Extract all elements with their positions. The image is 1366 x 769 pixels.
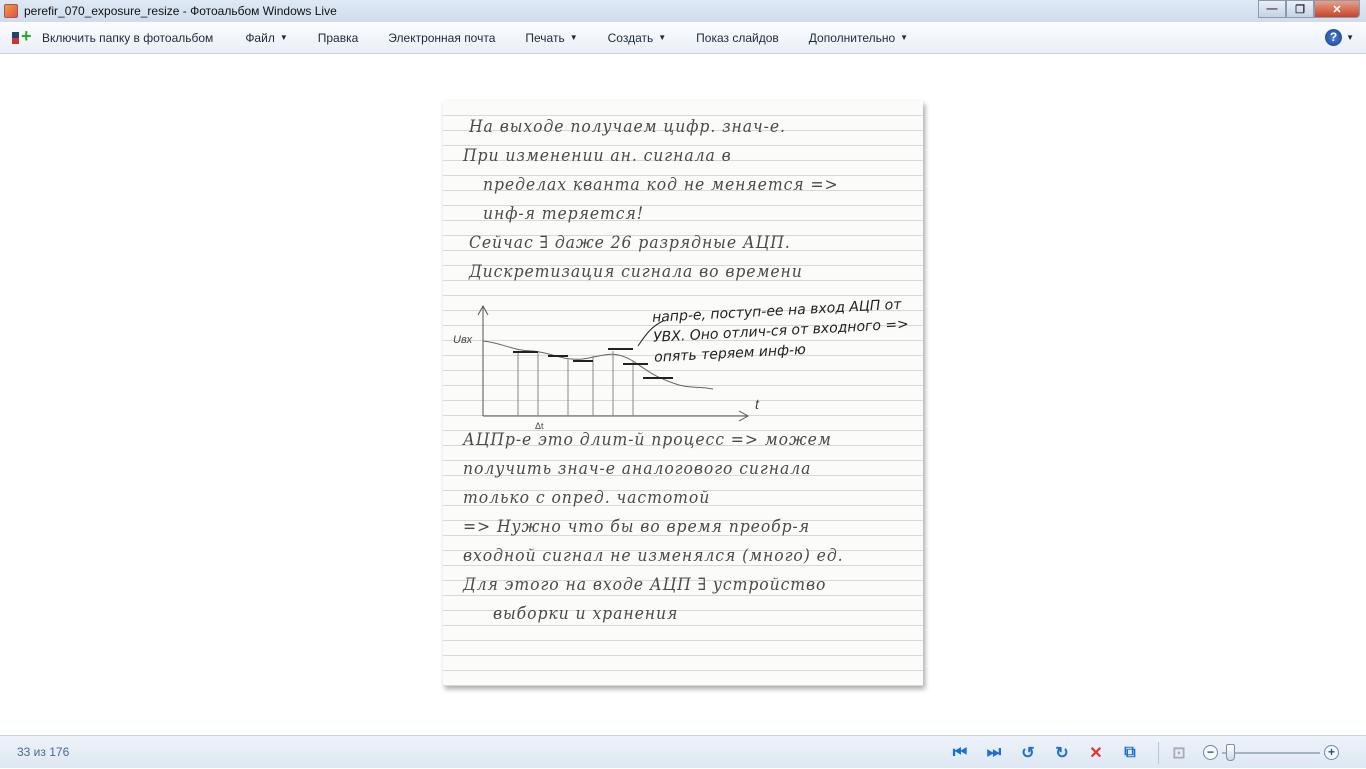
email-label: Электронная почта <box>388 30 496 45</box>
zoom-thumb[interactable] <box>1226 743 1236 761</box>
actual-size-icon[interactable]: ⊡ <box>1169 743 1189 763</box>
divider <box>1158 741 1159 764</box>
previous-icon[interactable]: ⏮ <box>950 743 970 763</box>
slideshow-icon[interactable]: ⧉ <box>1120 743 1140 763</box>
status-bar: 33 из 176 ⏮ ⏭ ↺ ↻ ✕ ⧉ ⊡ − + <box>0 735 1366 768</box>
zoom-slider[interactable]: − + <box>1203 743 1339 761</box>
next-icon[interactable]: ⏭ <box>984 743 1004 763</box>
create-label: Создать <box>607 30 654 45</box>
hw-line: только с опред. частотой <box>463 488 711 508</box>
hw-line: Сейчас ∃ даже 26 разрядные АЦП. <box>469 233 791 253</box>
chevron-down-icon: ▼ <box>658 33 667 42</box>
notebook-photo: На выходе получаем цифр. знач-е. При изм… <box>443 101 923 686</box>
zoom-in-icon[interactable]: + <box>1324 745 1339 760</box>
hw-line: Дискретизация сигнала во времени <box>469 262 803 282</box>
hw-line: инф-я теряется! <box>483 204 644 224</box>
hw-line: пределах кванта код не меняется => <box>483 175 839 195</box>
chevron-down-icon: ▼ <box>279 33 288 42</box>
help-icon[interactable]: ? <box>1325 29 1342 46</box>
hw-line: получить знач-е аналогового сигнала <box>463 459 812 479</box>
chevron-down-icon: ▼ <box>569 33 578 42</box>
more-label: Дополнительно <box>808 30 896 45</box>
edit-label: Правка <box>317 30 359 45</box>
toolbar: Включить папку в фотоальбом Файл ▼ Правка… <box>0 22 1366 54</box>
hw-line: входной сигнал не изменялся (много) ед. <box>463 546 844 566</box>
more-menu[interactable]: Дополнительно ▼ <box>794 22 923 53</box>
hw-line: При изменении ан. сигнала в <box>463 146 732 166</box>
include-folder-button[interactable]: Включить папку в фотоальбом <box>0 22 228 53</box>
add-folder-icon <box>12 26 34 47</box>
rotate-right-icon[interactable]: ↻ <box>1052 743 1072 763</box>
y-axis-label: Uвх <box>453 334 473 346</box>
print-menu[interactable]: Печать ▼ <box>510 22 592 53</box>
x-axis-label: t <box>755 396 760 412</box>
include-folder-label: Включить папку в фотоальбом <box>42 30 214 45</box>
sample-hold-graph: Uвх t Δt напр-е, поступ-ее на вход АЦП о… <box>451 297 913 431</box>
create-menu[interactable]: Создать ▼ <box>593 22 682 53</box>
window-title: perefir_070_exposure_resize - Фотоальбом… <box>24 4 337 18</box>
photo-counter: 33 из 176 <box>17 745 70 759</box>
slideshow-label: Показ слайдов <box>696 30 779 45</box>
maximize-button[interactable]: ❐ <box>1286 0 1314 18</box>
hw-line: АЦПр-е это длит-й процесс => можем <box>463 430 832 450</box>
handwritten-text-bottom: АЦПр-е это длит-й процесс => можем получ… <box>463 426 877 629</box>
hw-line: => Нужно что бы во время преобр-я <box>463 517 811 537</box>
delete-icon[interactable]: ✕ <box>1086 743 1106 763</box>
hw-line: На выходе получаем цифр. знач-е. <box>469 117 786 137</box>
help-dropdown-icon[interactable]: ▼ <box>1346 33 1354 42</box>
close-button[interactable]: ✕ <box>1314 0 1360 18</box>
edit-menu[interactable]: Правка <box>303 22 374 53</box>
email-menu[interactable]: Электронная почта <box>373 22 510 53</box>
chevron-down-icon: ▼ <box>900 33 909 42</box>
rotate-left-icon[interactable]: ↺ <box>1018 743 1038 763</box>
minimize-button[interactable]: — <box>1258 0 1286 18</box>
file-menu[interactable]: Файл ▼ <box>230 22 302 53</box>
hw-line: выборки и хранения <box>493 604 679 624</box>
zoom-track[interactable] <box>1222 743 1320 761</box>
handwritten-text-top: На выходе получаем цифр. знач-е. При изм… <box>463 113 903 287</box>
print-label: Печать <box>525 30 565 45</box>
file-label: Файл <box>245 30 275 45</box>
zoom-out-icon[interactable]: − <box>1203 745 1218 760</box>
title-bar: perefir_070_exposure_resize - Фотоальбом… <box>0 0 1366 22</box>
slideshow-button[interactable]: Показ слайдов <box>681 22 794 53</box>
hw-line: Для этого на входе АЦП ∃ устройство <box>463 575 827 595</box>
photo-gallery-app-icon <box>4 4 18 18</box>
